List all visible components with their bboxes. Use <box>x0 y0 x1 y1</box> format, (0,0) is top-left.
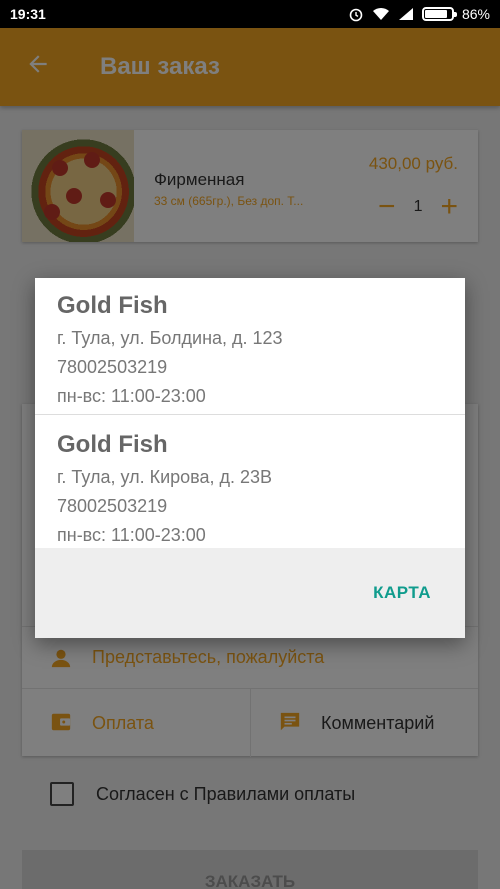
branch-dialog: Gold Fish г. Тула, ул. Болдина, д. 123 7… <box>35 278 465 638</box>
branch-phone: 78002503219 <box>57 357 168 377</box>
branch-name: Gold Fish <box>57 431 168 458</box>
branch-item[interactable]: Gold Fish г. Тула, ул. Болдина, д. 123 7… <box>35 292 465 414</box>
branch-name: Gold Fish <box>57 292 168 319</box>
branch-phone: 78002503219 <box>57 496 168 516</box>
status-icons: 86% <box>348 6 490 22</box>
dialog-footer: КАРТА <box>35 548 465 638</box>
branch-address: г. Тула, ул. Болдина, д. 123 <box>57 328 283 348</box>
battery-percent: 86% <box>461 6 490 22</box>
status-bar: 19:31 86% <box>0 0 500 28</box>
alarm-icon <box>349 8 363 22</box>
branch-hours: пн-вс: 11:00-23:00 <box>57 386 206 406</box>
wifi-icon <box>372 7 389 20</box>
branch-item[interactable]: Gold Fish г. Тула, ул. Кирова, д. 23В 78… <box>35 414 465 548</box>
status-time: 19:31 <box>10 6 46 22</box>
branch-hours: пн-вс: 11:00-23:00 <box>57 525 206 545</box>
branch-address: г. Тула, ул. Кирова, д. 23В <box>57 467 273 487</box>
signal-icon <box>398 8 413 20</box>
battery-icon <box>421 7 457 21</box>
map-button[interactable]: КАРТА <box>373 583 431 603</box>
